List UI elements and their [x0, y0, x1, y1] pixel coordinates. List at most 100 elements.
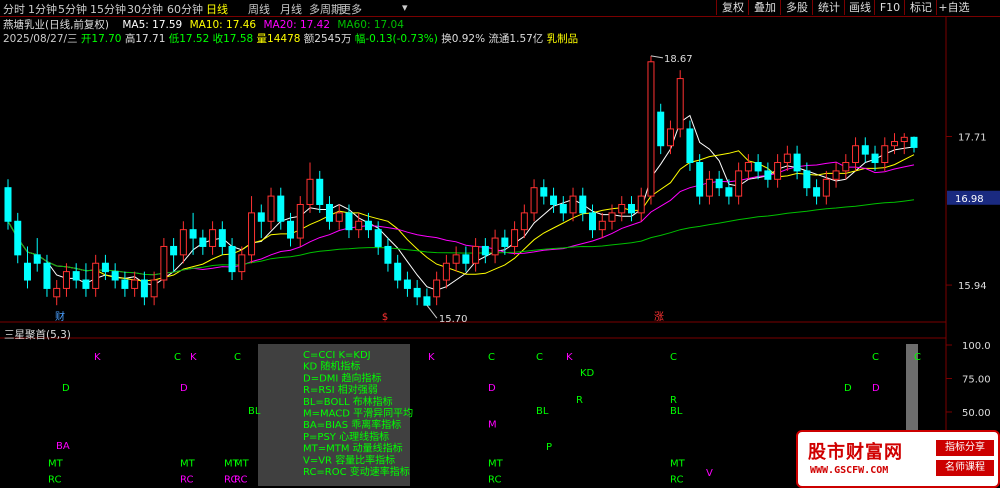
event-mark[interactable]: $ [382, 312, 388, 323]
signal-bl: BL [670, 406, 683, 417]
candle-body [696, 162, 704, 197]
candle-body [296, 203, 304, 239]
candle-body [101, 262, 109, 273]
candle-body [179, 229, 187, 256]
candle-body [550, 195, 558, 205]
site-logo-text: 股市财富网 [808, 442, 903, 463]
legend-entry: C=CCI K=KDJ [303, 350, 371, 361]
legend-entry: BL=BOLL 布林指标 [303, 395, 393, 408]
candle-body [4, 187, 12, 222]
candle-body [783, 153, 791, 164]
signal-rc: RC [488, 475, 501, 486]
candle-body [598, 220, 606, 231]
current-price-label: 16.98 [955, 194, 984, 205]
candle-body [345, 212, 353, 231]
signal-k: K [428, 352, 435, 363]
candle-body [33, 254, 41, 264]
tag-indicator-share[interactable]: 指标分享 [936, 440, 994, 456]
candle-body [852, 145, 860, 164]
signal-p: P [546, 442, 552, 453]
signal-c: C [536, 352, 543, 363]
signal-bl: BL [248, 406, 261, 417]
candle-body [676, 78, 684, 130]
candle-body [374, 229, 382, 247]
candle-body [589, 212, 597, 231]
candle-body [209, 229, 217, 247]
candle-body [306, 178, 314, 205]
candle-body [764, 170, 772, 180]
signal-v: V [706, 468, 713, 479]
indicator-tick-label: 75.00 [962, 374, 991, 385]
candle-body [501, 237, 509, 247]
signal-bl: BL [536, 406, 549, 417]
signal-m: M [488, 419, 497, 430]
legend-entry: KD 随机指标 [303, 360, 360, 373]
legend-entry: D=DMI 趋向指标 [303, 371, 382, 384]
candle-body [637, 195, 645, 214]
candle-body [715, 178, 723, 189]
candle-body [871, 153, 879, 164]
candle-body [686, 128, 694, 164]
candle-body [257, 212, 265, 222]
signal-d: D [844, 383, 852, 394]
candle-body [822, 178, 830, 197]
candle-body [316, 178, 324, 205]
signal-d: D [62, 383, 70, 394]
candle-body [774, 162, 782, 180]
signal-mt: MT [48, 458, 64, 469]
legend-entry: RC=ROC 变动速率指标 [303, 465, 410, 478]
low-pointer [426, 304, 438, 319]
low-annotation: 15.70 [439, 314, 468, 325]
signal-kd: KD [580, 368, 595, 379]
candle-body [92, 262, 100, 289]
signal-mt: MT [234, 458, 250, 469]
event-mark[interactable]: 财 [55, 310, 65, 323]
candle-body [511, 229, 519, 247]
candle-body [608, 212, 616, 222]
candle-body [647, 61, 655, 197]
signal-c: C [234, 352, 241, 363]
ma5-line [7, 114, 915, 291]
candle-body [657, 111, 665, 147]
candle-body [579, 195, 587, 214]
candle-body [832, 170, 840, 180]
candle-body [150, 279, 158, 298]
indicator-tick-label: 100.0 [962, 341, 991, 352]
signal-c: C [670, 352, 677, 363]
candle-body [248, 212, 256, 256]
kline-chart[interactable]: 17.71 15.94 16.98 18.67 15.70 财 $ 涨 100.0 75.00 50… [0, 0, 1000, 486]
candle-body [481, 245, 489, 256]
candle-body [111, 271, 119, 281]
candle-body [394, 262, 402, 281]
candle-body [287, 220, 295, 239]
candle-body [170, 245, 178, 256]
candle-body [189, 229, 197, 239]
candle-body [160, 245, 168, 281]
candle-body [803, 170, 811, 189]
candle-body [520, 212, 528, 231]
candle-body [384, 245, 392, 264]
legend-entry: MT=MTM 动量线指标 [303, 442, 403, 455]
indicator-title: 三星聚首(5,3) [4, 327, 71, 342]
candle-body [569, 195, 577, 214]
candle-body [735, 170, 743, 197]
candle-body [355, 220, 363, 231]
candle-body [140, 279, 148, 298]
indicator-tick-label: 50.00 [962, 408, 991, 419]
candle-body [72, 271, 80, 281]
candle-body [793, 153, 801, 172]
candle-body [413, 287, 421, 298]
event-mark[interactable]: 涨 [654, 311, 664, 323]
candle-body [530, 187, 538, 214]
signal-c: C [174, 352, 181, 363]
legend-entry: P=PSY 心理线指标 [303, 430, 389, 443]
candle-body [725, 187, 733, 197]
price-tick-label: 15.94 [958, 281, 987, 292]
signal-c: C [914, 352, 921, 363]
candle-body [462, 254, 470, 264]
high-annotation: 18.67 [664, 54, 693, 65]
candle-body [131, 279, 139, 289]
candle-body [881, 145, 889, 164]
legend-entry: V=VR 容量比率指标 [303, 453, 395, 466]
tag-teacher-course[interactable]: 名师课程 [936, 460, 994, 476]
